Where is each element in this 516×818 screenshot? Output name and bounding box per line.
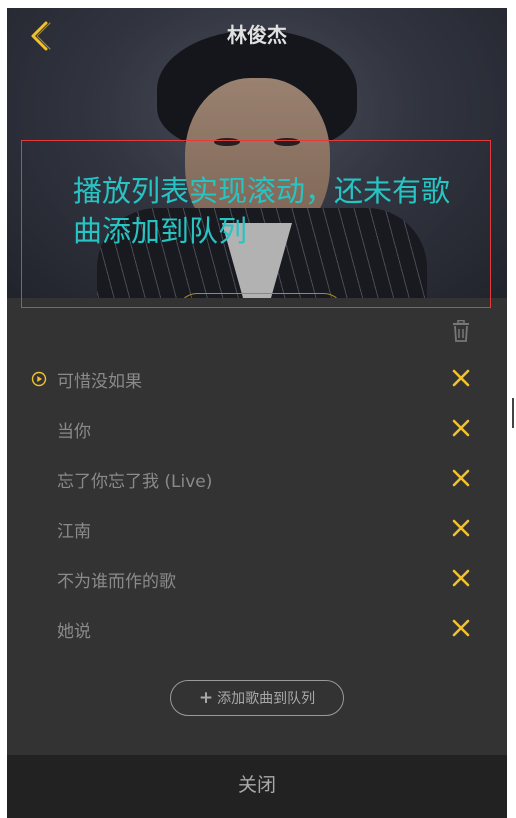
player-screen: 林俊杰 可惜没如果当你忘了你忘了我 (Live) 江南不为谁而作的歌 她说 + 添加歌… xyxy=(7,8,507,818)
close-icon[interactable] xyxy=(451,418,471,438)
close-icon[interactable] xyxy=(451,368,471,388)
close-icon[interactable] xyxy=(451,518,471,538)
song-row[interactable]: 忘了你忘了我 (Live) xyxy=(7,454,507,504)
song-list: 可惜没如果当你忘了你忘了我 (Live) 江南不为谁而作的歌 她说 xyxy=(7,354,507,654)
close-icon[interactable] xyxy=(451,568,471,588)
song-title: 可惜没如果 xyxy=(57,372,142,392)
song-title: 忘了你忘了我 (Live) xyxy=(57,472,213,492)
close-icon[interactable] xyxy=(451,618,471,638)
song-row[interactable]: 可惜没如果 xyxy=(7,354,507,404)
annotation-text: 播放列表实现滚动，还未有歌曲添加到队列 xyxy=(73,174,451,248)
song-title: 当你 xyxy=(57,422,91,442)
trash-icon xyxy=(453,319,469,342)
close-icon[interactable] xyxy=(451,468,471,488)
clear-playlist-button[interactable] xyxy=(451,319,471,342)
close-button[interactable]: 关闭 xyxy=(7,755,507,818)
song-row[interactable]: 不为谁而作的歌 xyxy=(7,554,507,604)
add-songs-label: 添加歌曲到队列 xyxy=(217,691,316,707)
song-row[interactable]: 当你 xyxy=(7,404,507,454)
scrollbar[interactable] xyxy=(512,398,514,428)
playlist-panel: 可惜没如果当你忘了你忘了我 (Live) 江南不为谁而作的歌 她说 + 添加歌曲到队列 xyxy=(7,298,507,755)
song-title: 不为谁而作的歌 xyxy=(57,572,176,592)
song-row[interactable]: 江南 xyxy=(7,504,507,554)
annotation-box: 播放列表实现滚动，还未有歌曲添加到队列 xyxy=(21,140,491,308)
song-title: 江南 xyxy=(57,522,91,542)
add-songs-to-queue-button[interactable]: + 添加歌曲到队列 xyxy=(170,680,344,716)
page-title: 林俊杰 xyxy=(227,23,287,47)
plus-icon: + xyxy=(198,688,214,708)
song-title: 她说 xyxy=(57,622,91,642)
play-circle-icon xyxy=(31,371,47,387)
song-row[interactable]: 她说 xyxy=(7,604,507,654)
